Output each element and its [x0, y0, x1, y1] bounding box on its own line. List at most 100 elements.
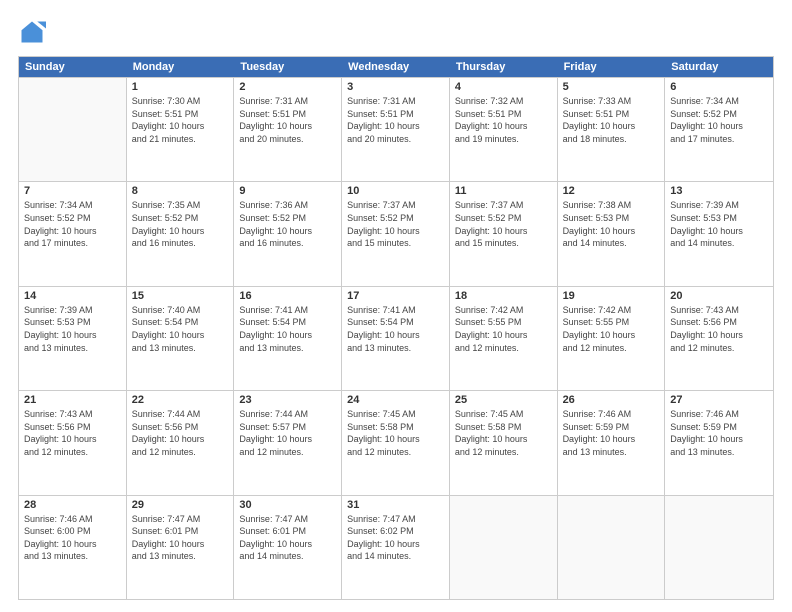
day-info: Sunrise: 7:31 AM Sunset: 5:51 PM Dayligh…: [239, 95, 336, 145]
cal-cell: 9 Sunrise: 7:36 AM Sunset: 5:52 PM Daylig…: [234, 182, 342, 285]
cal-cell: [19, 78, 127, 181]
day-info: Sunrise: 7:41 AM Sunset: 5:54 PM Dayligh…: [347, 304, 444, 354]
cal-cell: 28 Sunrise: 7:46 AM Sunset: 6:00 PM Dayli…: [19, 496, 127, 599]
cal-cell: 2 Sunrise: 7:31 AM Sunset: 5:51 PM Daylig…: [234, 78, 342, 181]
header-cell-saturday: Saturday: [665, 57, 773, 77]
day-number: 13: [670, 185, 768, 197]
cal-cell: 27 Sunrise: 7:46 AM Sunset: 5:59 PM Dayli…: [665, 391, 773, 494]
cal-cell: 29 Sunrise: 7:47 AM Sunset: 6:01 PM Dayli…: [127, 496, 235, 599]
cal-cell: 19 Sunrise: 7:42 AM Sunset: 5:55 PM Dayli…: [558, 287, 666, 390]
day-number: 31: [347, 499, 444, 511]
week-row-2: 7 Sunrise: 7:34 AM Sunset: 5:52 PM Daylig…: [19, 181, 773, 285]
cal-cell: [665, 496, 773, 599]
day-info: Sunrise: 7:45 AM Sunset: 5:58 PM Dayligh…: [455, 408, 552, 458]
calendar: SundayMondayTuesdayWednesdayThursdayFrid…: [18, 56, 774, 600]
day-number: 22: [132, 394, 229, 406]
day-info: Sunrise: 7:36 AM Sunset: 5:52 PM Dayligh…: [239, 199, 336, 249]
day-info: Sunrise: 7:46 AM Sunset: 6:00 PM Dayligh…: [24, 513, 121, 563]
day-number: 7: [24, 185, 121, 197]
header-cell-thursday: Thursday: [450, 57, 558, 77]
day-number: 29: [132, 499, 229, 511]
cal-cell: 20 Sunrise: 7:43 AM Sunset: 5:56 PM Dayli…: [665, 287, 773, 390]
cal-cell: 10 Sunrise: 7:37 AM Sunset: 5:52 PM Dayli…: [342, 182, 450, 285]
cal-cell: 8Sunrise: 7:35 AM Sunset: 5:52 PM Daylig…: [127, 182, 235, 285]
day-number: 30: [239, 499, 336, 511]
day-info: Sunrise: 7:33 AM Sunset: 5:51 PM Dayligh…: [563, 95, 660, 145]
day-number: 25: [455, 394, 552, 406]
week-row-3: 14 Sunrise: 7:39 AM Sunset: 5:53 PM Dayli…: [19, 286, 773, 390]
day-info: Sunrise: 7:34 AM Sunset: 5:52 PM Dayligh…: [670, 95, 768, 145]
day-number: 4: [455, 81, 552, 93]
day-info: Sunrise: 7:37 AM Sunset: 5:52 PM Dayligh…: [347, 199, 444, 249]
cal-cell: [450, 496, 558, 599]
cal-cell: 18 Sunrise: 7:42 AM Sunset: 5:55 PM Dayli…: [450, 287, 558, 390]
day-number: 3: [347, 81, 444, 93]
header-cell-monday: Monday: [127, 57, 235, 77]
day-number: 28: [24, 499, 121, 511]
cal-cell: 30 Sunrise: 7:47 AM Sunset: 6:01 PM Dayli…: [234, 496, 342, 599]
day-number: 26: [563, 394, 660, 406]
day-number: 23: [239, 394, 336, 406]
calendar-body: 1Sunrise: 7:30 AM Sunset: 5:51 PM Daylig…: [19, 77, 773, 599]
cal-cell: 21 Sunrise: 7:43 AM Sunset: 5:56 PM Dayli…: [19, 391, 127, 494]
page: SundayMondayTuesdayWednesdayThursdayFrid…: [0, 0, 792, 612]
logo-icon: [18, 18, 46, 46]
week-row-5: 28 Sunrise: 7:46 AM Sunset: 6:00 PM Dayli…: [19, 495, 773, 599]
day-number: 19: [563, 290, 660, 302]
day-info: Sunrise: 7:47 AM Sunset: 6:01 PM Dayligh…: [132, 513, 229, 563]
day-info: Sunrise: 7:43 AM Sunset: 5:56 PM Dayligh…: [670, 304, 768, 354]
cal-cell: 25 Sunrise: 7:45 AM Sunset: 5:58 PM Dayli…: [450, 391, 558, 494]
day-number: 6: [670, 81, 768, 93]
day-number: 2: [239, 81, 336, 93]
day-info: Sunrise: 7:41 AM Sunset: 5:54 PM Dayligh…: [239, 304, 336, 354]
cal-cell: 7 Sunrise: 7:34 AM Sunset: 5:52 PM Daylig…: [19, 182, 127, 285]
day-info: Sunrise: 7:46 AM Sunset: 5:59 PM Dayligh…: [670, 408, 768, 458]
day-info: Sunrise: 7:43 AM Sunset: 5:56 PM Dayligh…: [24, 408, 121, 458]
day-info: Sunrise: 7:44 AM Sunset: 5:56 PM Dayligh…: [132, 408, 229, 458]
day-info: Sunrise: 7:32 AM Sunset: 5:51 PM Dayligh…: [455, 95, 552, 145]
day-info: Sunrise: 7:38 AM Sunset: 5:53 PM Dayligh…: [563, 199, 660, 249]
day-number: 17: [347, 290, 444, 302]
week-row-4: 21 Sunrise: 7:43 AM Sunset: 5:56 PM Dayli…: [19, 390, 773, 494]
cal-cell: 5 Sunrise: 7:33 AM Sunset: 5:51 PM Daylig…: [558, 78, 666, 181]
day-info: Sunrise: 7:34 AM Sunset: 5:52 PM Dayligh…: [24, 199, 121, 249]
day-number: 18: [455, 290, 552, 302]
day-number: 11: [455, 185, 552, 197]
day-info: Sunrise: 7:30 AM Sunset: 5:51 PM Dayligh…: [132, 95, 229, 145]
cal-cell: 12Sunrise: 7:38 AM Sunset: 5:53 PM Dayli…: [558, 182, 666, 285]
day-info: Sunrise: 7:40 AM Sunset: 5:54 PM Dayligh…: [132, 304, 229, 354]
day-number: 8: [132, 185, 229, 197]
day-info: Sunrise: 7:31 AM Sunset: 5:51 PM Dayligh…: [347, 95, 444, 145]
day-number: 21: [24, 394, 121, 406]
day-info: Sunrise: 7:42 AM Sunset: 5:55 PM Dayligh…: [563, 304, 660, 354]
day-info: Sunrise: 7:46 AM Sunset: 5:59 PM Dayligh…: [563, 408, 660, 458]
day-info: Sunrise: 7:45 AM Sunset: 5:58 PM Dayligh…: [347, 408, 444, 458]
cal-cell: [558, 496, 666, 599]
cal-cell: 14 Sunrise: 7:39 AM Sunset: 5:53 PM Dayli…: [19, 287, 127, 390]
cal-cell: 23 Sunrise: 7:44 AM Sunset: 5:57 PM Dayli…: [234, 391, 342, 494]
header-cell-tuesday: Tuesday: [234, 57, 342, 77]
day-number: 10: [347, 185, 444, 197]
day-info: Sunrise: 7:37 AM Sunset: 5:52 PM Dayligh…: [455, 199, 552, 249]
day-info: Sunrise: 7:47 AM Sunset: 6:02 PM Dayligh…: [347, 513, 444, 563]
day-number: 15: [132, 290, 229, 302]
day-info: Sunrise: 7:44 AM Sunset: 5:57 PM Dayligh…: [239, 408, 336, 458]
day-number: 9: [239, 185, 336, 197]
cal-cell: 17 Sunrise: 7:41 AM Sunset: 5:54 PM Dayli…: [342, 287, 450, 390]
header-cell-sunday: Sunday: [19, 57, 127, 77]
week-row-1: 1Sunrise: 7:30 AM Sunset: 5:51 PM Daylig…: [19, 77, 773, 181]
cal-cell: 11 Sunrise: 7:37 AM Sunset: 5:52 PM Dayli…: [450, 182, 558, 285]
cal-cell: 3 Sunrise: 7:31 AM Sunset: 5:51 PM Daylig…: [342, 78, 450, 181]
day-number: 20: [670, 290, 768, 302]
day-number: 14: [24, 290, 121, 302]
cal-cell: 4 Sunrise: 7:32 AM Sunset: 5:51 PM Daylig…: [450, 78, 558, 181]
header-cell-friday: Friday: [558, 57, 666, 77]
header-cell-wednesday: Wednesday: [342, 57, 450, 77]
cal-cell: 22 Sunrise: 7:44 AM Sunset: 5:56 PM Dayli…: [127, 391, 235, 494]
day-info: Sunrise: 7:47 AM Sunset: 6:01 PM Dayligh…: [239, 513, 336, 563]
day-info: Sunrise: 7:39 AM Sunset: 5:53 PM Dayligh…: [24, 304, 121, 354]
day-number: 5: [563, 81, 660, 93]
day-info: Sunrise: 7:42 AM Sunset: 5:55 PM Dayligh…: [455, 304, 552, 354]
day-number: 27: [670, 394, 768, 406]
logo: [18, 18, 50, 46]
